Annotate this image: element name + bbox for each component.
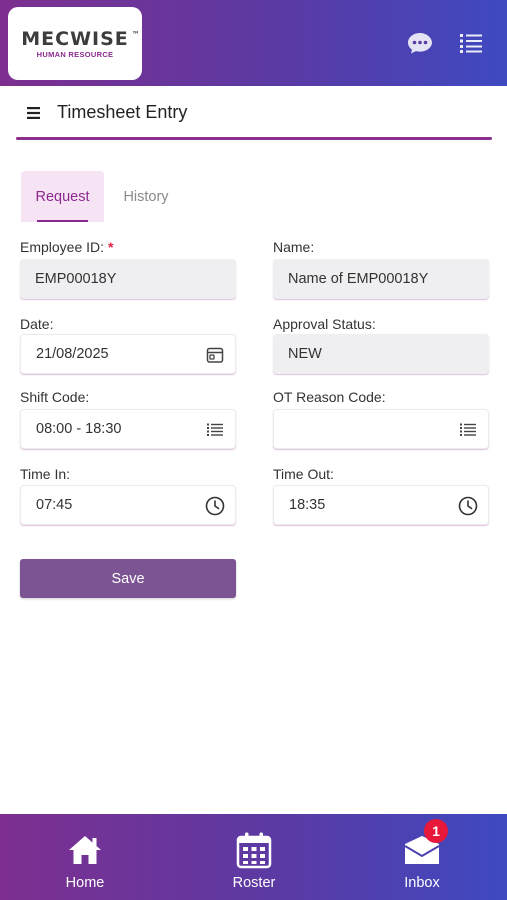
tab-request[interactable]: Request [21, 171, 104, 222]
save-button[interactable]: Save [20, 559, 236, 598]
shift-code-label: Shift Code: [20, 389, 90, 405]
employee-id-label: Employee ID: * [20, 239, 114, 255]
nav-roster[interactable]: Roster [194, 814, 314, 900]
time-out-value: 18:35 [289, 497, 326, 513]
app: MECWISE ™ HUMAN RESOURCE Timesheet Entry… [0, 0, 507, 900]
employee-id-label-text: Employee ID: [20, 239, 105, 255]
time-out-label: Time Out: [273, 466, 334, 482]
calendar-icon[interactable] [205, 345, 225, 365]
ot-reason-code-label: OT Reason Code: [273, 389, 386, 405]
date-field[interactable]: 21/08/2025 [20, 334, 236, 374]
list-icon[interactable] [456, 30, 486, 56]
page-title: Timesheet Entry [57, 102, 188, 122]
title-bar: Timesheet Entry [0, 86, 507, 140]
date-label: Date: [20, 316, 54, 332]
hamburger-menu-icon[interactable] [26, 105, 42, 121]
time-in-field[interactable]: 07:45 [20, 485, 236, 525]
approval-status-label: Approval Status: [273, 316, 376, 332]
mecwise-logo: MECWISE ™ HUMAN RESOURCE [8, 7, 142, 80]
employee-id-field: EMP00018Y [20, 259, 236, 299]
list-icon[interactable] [205, 420, 225, 440]
chat-bubble-icon[interactable] [405, 30, 435, 56]
ot-reason-code-field[interactable] [273, 409, 489, 449]
bottom-navigation: Home Roster 1 Inbox [0, 814, 507, 900]
logo-trademark: ™ [131, 29, 141, 39]
tab-bar: Request History [21, 171, 188, 222]
time-in-value: 07:45 [36, 497, 73, 513]
title-divider [16, 137, 492, 140]
time-in-label: Time In: [20, 466, 71, 482]
nav-inbox-label: Inbox [404, 875, 440, 891]
clock-icon[interactable] [205, 496, 225, 516]
nav-inbox[interactable]: 1 Inbox [362, 814, 482, 900]
approval-status-value: NEW [288, 346, 322, 362]
name-field: Name of EMP00018Y [273, 259, 489, 299]
logo-main-text: MECWISE ™ [21, 27, 140, 50]
required-mark: * [108, 239, 114, 255]
shift-code-field[interactable]: 08:00 - 18:30 [20, 409, 236, 449]
employee-id-value: EMP00018Y [35, 271, 117, 287]
nav-home[interactable]: Home [25, 814, 145, 900]
clock-icon[interactable] [458, 496, 478, 516]
calendar-icon [234, 830, 274, 870]
nav-roster-label: Roster [232, 875, 276, 891]
tab-history[interactable]: History [104, 171, 188, 222]
inbox-badge: 1 [424, 819, 448, 843]
top-header: MECWISE ™ HUMAN RESOURCE [0, 0, 507, 86]
logo-wordmark: MECWISE [21, 27, 129, 50]
name-label: Name: [273, 239, 315, 255]
date-value: 21/08/2025 [36, 346, 109, 362]
home-icon [65, 830, 105, 870]
time-out-field[interactable]: 18:35 [273, 485, 489, 525]
logo-subtitle: HUMAN RESOURCE [36, 49, 114, 59]
shift-code-value: 08:00 - 18:30 [36, 421, 122, 437]
approval-status-field: NEW [273, 334, 489, 374]
nav-home-label: Home [65, 875, 105, 891]
name-value: Name of EMP00018Y [288, 271, 429, 287]
list-icon[interactable] [458, 420, 478, 440]
